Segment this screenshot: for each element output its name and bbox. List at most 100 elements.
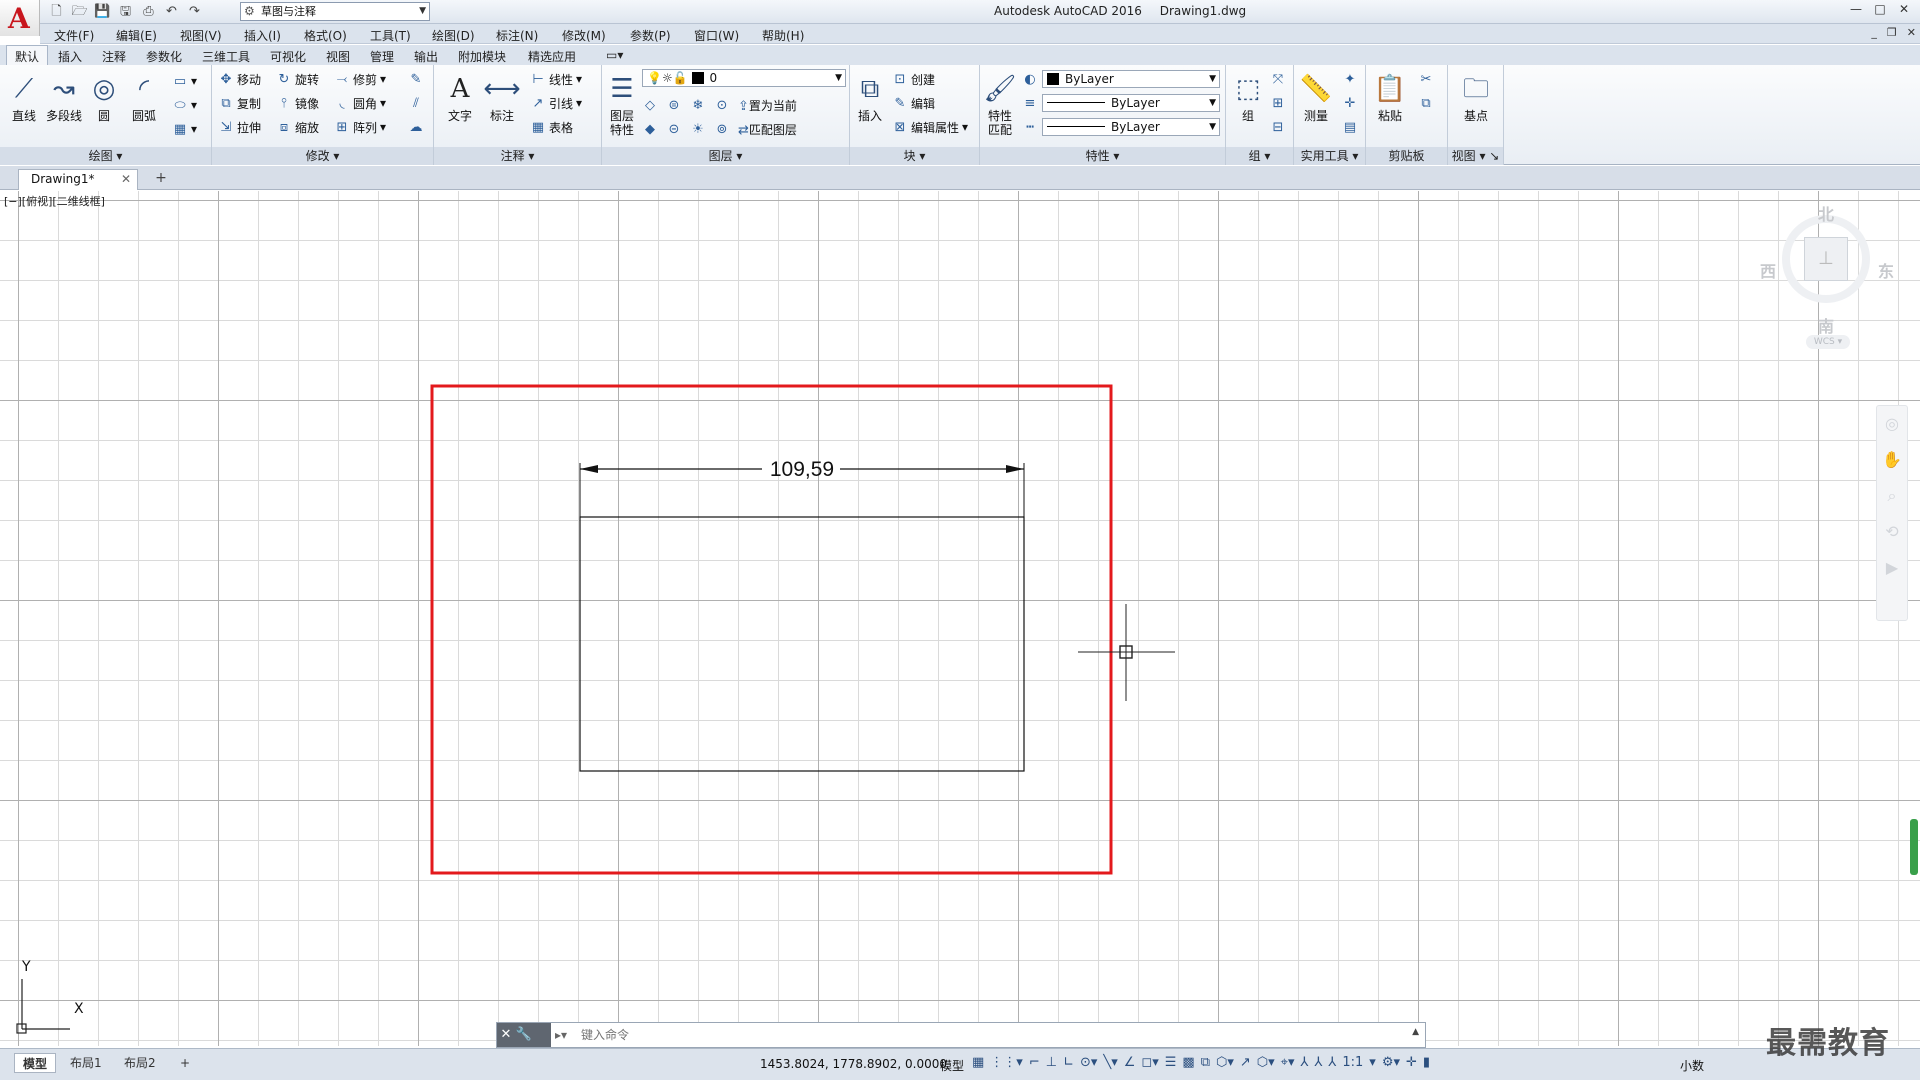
add-layout-button[interactable]: +: [172, 1053, 198, 1073]
tab-output[interactable]: 输出: [414, 48, 438, 65]
chevron-up-icon[interactable]: ▲: [1412, 1027, 1419, 1037]
model-space-toggle[interactable]: 模型: [940, 1057, 964, 1074]
annotation-monitor-icon[interactable]: ✛: [1406, 1055, 1417, 1070]
open-file-icon[interactable]: 🗁: [71, 3, 88, 20]
annotation-scale-value[interactable]: 1:1: [1342, 1055, 1363, 1070]
selection-filter-icon[interactable]: ⬡▾: [1257, 1055, 1275, 1070]
layer-lock-icon[interactable]: ⊙: [714, 98, 730, 113]
polyline-button[interactable]: ↝ 多段线: [44, 69, 84, 123]
tab-parametric[interactable]: 参数化: [146, 48, 182, 65]
erase-button[interactable]: ✎: [408, 69, 424, 89]
annotation-visibility-icon[interactable]: ⅄: [1301, 1055, 1309, 1070]
rectangle-shape[interactable]: [579, 516, 1025, 772]
arc-button[interactable]: ◜ 圆弧: [124, 69, 164, 123]
workspace-select[interactable]: ⚙ 草图与注释 ▼: [240, 2, 430, 21]
panel-annotation-title[interactable]: 注释 ▾: [434, 147, 601, 165]
polar-tracking-icon[interactable]: ⊙▾: [1080, 1055, 1097, 1070]
units-value[interactable]: 小数: [1680, 1057, 1704, 1074]
viewcube-top-face[interactable]: ⊥: [1804, 237, 1848, 281]
trim-button[interactable]: ⤙ 修剪 ▾: [334, 69, 386, 89]
layout-tab-layout1[interactable]: 布局1: [62, 1053, 110, 1073]
linetype-icon[interactable]: ┅: [1022, 117, 1038, 137]
move-button[interactable]: ✥ 移动: [218, 69, 261, 89]
file-tab-drawing1[interactable]: Drawing1* ✕: [18, 169, 138, 190]
match-properties-button[interactable]: 🖌 特性 匹配: [980, 69, 1020, 137]
linetype-select[interactable]: ByLayer ▼: [1042, 94, 1220, 112]
ellipse-button[interactable]: ⬭ ▾: [172, 95, 197, 115]
line-button[interactable]: ⟋ 直线: [4, 69, 44, 123]
auto-scale-icon[interactable]: ⅄: [1314, 1055, 1322, 1070]
group-button[interactable]: ⬚ 组: [1228, 69, 1268, 123]
compass-east[interactable]: 东: [1878, 258, 1894, 282]
save-icon[interactable]: 💾: [94, 3, 111, 20]
coordinate-readout[interactable]: 1453.8024, 1778.8902, 0.0000: [760, 1057, 947, 1071]
menu-format[interactable]: 格式(O): [304, 27, 347, 44]
paste-button[interactable]: 📋 粘贴: [1370, 69, 1410, 123]
rotate-button[interactable]: ↻ 旋转: [276, 69, 319, 89]
create-block-button[interactable]: ⊡ 创建: [892, 69, 935, 89]
showmotion-icon[interactable]: ▶: [1877, 550, 1907, 586]
maximize-button[interactable]: □: [1868, 0, 1892, 18]
tab-default[interactable]: 默认: [6, 45, 49, 65]
object-snap-tracking-icon[interactable]: ∠: [1124, 1055, 1136, 1070]
color-select[interactable]: ByLayer ▼: [1042, 70, 1220, 88]
layer-select[interactable]: 💡☼🔓 0 ▼: [642, 69, 846, 87]
insert-block-button[interactable]: ⧉ 插入: [850, 69, 890, 123]
ribbon-toggle-icon[interactable]: ▭▾: [606, 48, 623, 62]
panel-properties-title[interactable]: 特性 ▾: [980, 147, 1225, 165]
grid-icon[interactable]: ▦: [972, 1055, 984, 1070]
layer-unlock-icon[interactable]: ⊚: [714, 122, 730, 137]
doc-close-icon[interactable]: ✕: [1907, 26, 1916, 39]
annotation-scale-icon[interactable]: ⅄: [1328, 1055, 1336, 1070]
tab-manage[interactable]: 管理: [370, 48, 394, 65]
measure-button[interactable]: 📏 测量: [1296, 69, 1336, 123]
compass-west[interactable]: 西: [1760, 258, 1776, 282]
lineweight-icon[interactable]: ≡: [1022, 93, 1038, 113]
rectangle-button[interactable]: ▭ ▾: [172, 71, 197, 91]
edit-block-button[interactable]: ✎ 编辑: [892, 93, 935, 113]
match-layer-button[interactable]: ⇄匹配图层: [738, 121, 797, 138]
layer-freeze-icon[interactable]: ❄: [690, 98, 706, 113]
stretch-button[interactable]: ⇲ 拉伸: [218, 117, 261, 137]
selection-cycling-icon[interactable]: ⧉: [1201, 1055, 1210, 1070]
layer-unisolate-icon[interactable]: ⊝: [666, 122, 682, 137]
scale-button[interactable]: ⧈ 缩放: [276, 117, 319, 137]
compass-north[interactable]: 北: [1818, 201, 1834, 225]
copy-button[interactable]: ⧉ 复制: [218, 93, 261, 113]
tab-addins[interactable]: 附加模块: [458, 48, 506, 65]
close-tab-icon[interactable]: ✕: [121, 170, 131, 189]
cut-icon[interactable]: ✂: [1418, 69, 1434, 89]
redo-icon[interactable]: ↷: [186, 3, 203, 20]
offset-button[interactable]: ⫽: [408, 93, 424, 113]
menu-help[interactable]: 帮助(H): [762, 27, 804, 44]
dimension-button[interactable]: ⟷ 标注: [482, 69, 522, 123]
base-view-button[interactable]: 🗀 基点: [1456, 69, 1496, 123]
menu-window[interactable]: 窗口(W): [694, 27, 739, 44]
explode-button[interactable]: ☁: [408, 117, 424, 137]
menu-file[interactable]: 文件(F): [54, 27, 94, 44]
dimension-text[interactable]: 109,59: [770, 458, 834, 481]
layout-tab-model[interactable]: 模型: [14, 1053, 57, 1073]
viewcube[interactable]: ⊥ 北 南 东 西 WCS ▾: [1756, 201, 1896, 371]
close-button[interactable]: ✕: [1892, 0, 1916, 18]
minimize-button[interactable]: —: [1844, 0, 1868, 18]
panel-draw-title[interactable]: 绘图 ▾: [0, 147, 211, 165]
application-menu-button[interactable]: A: [0, 0, 40, 36]
tab-insert[interactable]: 插入: [58, 48, 82, 65]
doc-restore-icon[interactable]: ❐: [1887, 26, 1897, 39]
zoom-icon[interactable]: ⌕: [1877, 478, 1907, 514]
doc-minimize-icon[interactable]: _: [1871, 26, 1877, 39]
mirror-button[interactable]: ⫯ 镜像: [276, 93, 319, 113]
leader-button[interactable]: ↗ 引线 ▾: [530, 93, 583, 113]
lineweight-select[interactable]: ByLayer ▼: [1042, 118, 1220, 136]
layer-off-icon[interactable]: ◇: [642, 98, 658, 113]
workspace-switch-icon[interactable]: ⚙▾: [1382, 1055, 1400, 1070]
gizmo-icon[interactable]: ⌖▾: [1281, 1055, 1295, 1070]
menu-insert[interactable]: 插入(I): [244, 27, 281, 44]
hatch-button[interactable]: ▦ ▾: [172, 119, 197, 139]
snap-icon[interactable]: ⋮⋮▾: [990, 1055, 1023, 1070]
panel-layers-title[interactable]: 图层 ▾: [602, 147, 849, 165]
orbit-icon[interactable]: ⟲: [1877, 514, 1907, 550]
drawing-canvas[interactable]: [−][俯视][二维线框] 109,59 ⊥ 北 南 东 西 WCS ▾ ◎ ✋…: [0, 191, 1920, 1046]
panel-clipboard-title[interactable]: 剪贴板: [1366, 147, 1447, 165]
